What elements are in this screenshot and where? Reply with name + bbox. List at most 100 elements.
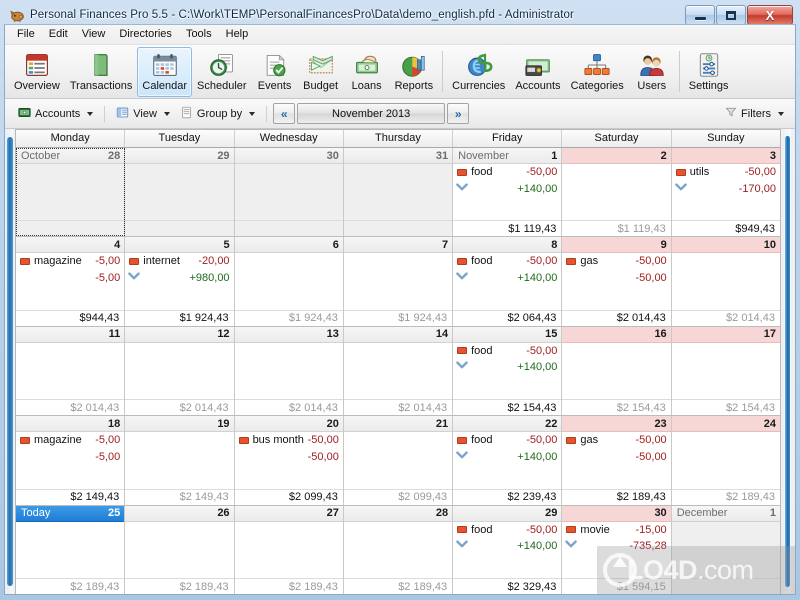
minimize-button[interactable] bbox=[685, 5, 715, 25]
day-subtotal-row[interactable]: -50,00 bbox=[235, 448, 343, 465]
day-subtotal-row[interactable]: +140,00 bbox=[453, 538, 561, 555]
calendar-day-cell[interactable]: 15 food -50,00 +140,00 $2 154,43 bbox=[453, 326, 563, 416]
calendar-day-cell[interactable]: 31 bbox=[343, 148, 454, 237]
calendar-day-cell[interactable]: 4 magazine -5,00 -5,00 $944,43 bbox=[16, 237, 126, 326]
expand-chevron-icon[interactable] bbox=[674, 182, 687, 195]
view-dropdown[interactable]: View bbox=[111, 103, 175, 125]
calendar-day-cell[interactable]: 17 $2 154,43 bbox=[671, 326, 780, 416]
calendar-day-cell[interactable]: 7 $1 924,43 bbox=[343, 237, 454, 326]
transaction-row[interactable]: utils -50,00 bbox=[672, 164, 780, 180]
calendar-day-cell[interactable]: November 1 food -50,00 +140,00 $1 119,43 bbox=[453, 148, 563, 237]
transaction-row[interactable]: gas -50,00 bbox=[562, 432, 670, 448]
calendar-day-cell[interactable]: 10 $2 014,43 bbox=[671, 237, 780, 326]
day-subtotal-row[interactable]: +140,00 bbox=[453, 359, 561, 376]
day-subtotal-row[interactable]: +140,00 bbox=[453, 448, 561, 465]
calendar-day-cell[interactable]: 2 $1 119,43 bbox=[562, 148, 672, 237]
calendar-day-cell[interactable]: 22 food -50,00 +140,00 $2 239,43 bbox=[453, 416, 563, 505]
right-scrollbar-thumb[interactable] bbox=[785, 136, 790, 587]
transaction-row[interactable]: bus monthl -50,00 bbox=[235, 432, 343, 448]
filters-dropdown[interactable]: Filters bbox=[720, 103, 789, 124]
calendar-day-cell[interactable]: 11 $2 014,43 bbox=[16, 326, 126, 416]
maximize-button[interactable] bbox=[716, 5, 746, 25]
expand-chevron-icon[interactable] bbox=[456, 540, 468, 552]
day-subtotal-row[interactable]: -170,00 bbox=[672, 180, 780, 197]
menu-item-edit[interactable]: Edit bbox=[42, 26, 75, 43]
calendar-day-cell[interactable]: 21 $2 099,43 bbox=[343, 416, 454, 505]
day-subtotal-row[interactable]: -50,00 bbox=[562, 448, 670, 465]
calendar-day-cell[interactable]: 16 $2 154,43 bbox=[562, 326, 672, 416]
toolbar-button-events[interactable]: Events bbox=[252, 47, 298, 97]
transaction-row[interactable]: food -50,00 bbox=[453, 343, 561, 359]
calendar-day-cell[interactable]: 13 $2 014,43 bbox=[234, 326, 344, 416]
calendar-day-cell[interactable]: 20 bus monthl -50,00 -50,00 $2 099,43 bbox=[234, 416, 344, 505]
expand-chevron-icon[interactable] bbox=[565, 272, 577, 284]
transaction-row[interactable]: magazine -5,00 bbox=[16, 253, 124, 269]
expand-chevron-icon[interactable] bbox=[565, 451, 577, 463]
transaction-row[interactable]: magazine -5,00 bbox=[16, 432, 124, 448]
expand-chevron-icon[interactable] bbox=[456, 361, 468, 373]
calendar-day-cell[interactable]: 8 food -50,00 +140,00 $2 064,43 bbox=[453, 237, 563, 326]
next-period-button[interactable]: » bbox=[447, 103, 470, 124]
toolbar-button-accounts[interactable]: Accounts bbox=[510, 47, 565, 97]
toolbar-button-overview[interactable]: Overview bbox=[9, 47, 65, 97]
calendar-day-cell[interactable]: 30 movie -15,00 -735,28 $1 594,15 bbox=[562, 505, 672, 595]
expand-chevron-icon[interactable] bbox=[19, 272, 31, 284]
menu-item-directories[interactable]: Directories bbox=[112, 26, 179, 43]
toolbar-button-settings[interactable]: Settings bbox=[684, 47, 734, 97]
calendar-day-cell[interactable]: 27 $2 189,43 bbox=[234, 505, 344, 595]
calendar-day-cell[interactable]: Today 25 $2 189,43 bbox=[16, 505, 126, 595]
calendar-day-cell[interactable]: 6 $1 924,43 bbox=[234, 237, 344, 326]
expand-chevron-icon[interactable] bbox=[128, 272, 141, 284]
calendar-day-cell[interactable]: 23 gas -50,00 -50,00 $2 189,43 bbox=[562, 416, 672, 505]
transaction-row[interactable]: movie -15,00 bbox=[562, 522, 670, 538]
close-button[interactable]: X bbox=[747, 5, 793, 25]
transaction-row[interactable]: food -50,00 bbox=[453, 522, 561, 538]
toolbar-button-users[interactable]: Users bbox=[629, 47, 675, 97]
day-subtotal-row[interactable]: +140,00 bbox=[453, 180, 561, 197]
calendar-day-cell[interactable]: 3 utils -50,00 -170,00 $949,43 bbox=[671, 148, 780, 237]
expand-chevron-icon[interactable] bbox=[456, 451, 468, 463]
calendar-day-cell[interactable]: October 28 bbox=[16, 148, 126, 237]
toolbar-button-categories[interactable]: Categories bbox=[566, 47, 629, 97]
toolbar-button-loans[interactable]: Loans bbox=[344, 47, 390, 97]
expand-chevron-icon[interactable] bbox=[456, 272, 468, 284]
menu-item-view[interactable]: View bbox=[75, 26, 113, 43]
expand-chevron-icon[interactable] bbox=[238, 451, 250, 463]
toolbar-button-budget[interactable]: Budget bbox=[298, 47, 344, 97]
accounts-dropdown[interactable]: Accounts bbox=[13, 103, 98, 125]
right-scrollbar[interactable] bbox=[781, 129, 795, 594]
calendar-day-cell[interactable]: 26 $2 189,43 bbox=[125, 505, 235, 595]
toolbar-button-transactions[interactable]: Transactions bbox=[65, 47, 138, 97]
group-by-dropdown[interactable]: Group by bbox=[175, 103, 260, 125]
day-subtotal-row[interactable]: -5,00 bbox=[16, 448, 124, 465]
menu-item-help[interactable]: Help bbox=[219, 26, 256, 43]
day-subtotal-row[interactable]: -735,28 bbox=[562, 538, 670, 555]
calendar-day-cell[interactable]: 9 gas -50,00 -50,00 $2 014,43 bbox=[562, 237, 672, 326]
expand-chevron-icon[interactable] bbox=[456, 182, 468, 195]
day-subtotal-row[interactable]: -5,00 bbox=[16, 269, 124, 286]
day-subtotal-row[interactable]: +140,00 bbox=[453, 269, 561, 286]
toolbar-button-reports[interactable]: Reports bbox=[390, 47, 439, 97]
menu-item-tools[interactable]: Tools bbox=[179, 26, 219, 43]
transaction-row[interactable]: gas -50,00 bbox=[562, 253, 670, 269]
calendar-day-cell[interactable]: 24 $2 189,43 bbox=[671, 416, 780, 505]
calendar-day-cell[interactable]: 29 food -50,00 +140,00 $2 329,43 bbox=[453, 505, 563, 595]
day-subtotal-row[interactable]: +980,00 bbox=[125, 269, 233, 286]
transaction-row[interactable]: internet -20,00 bbox=[125, 253, 233, 269]
transaction-row[interactable]: food -50,00 bbox=[453, 432, 561, 448]
expand-chevron-icon[interactable] bbox=[19, 451, 31, 463]
transaction-row[interactable]: food -50,00 bbox=[453, 253, 561, 269]
calendar-day-cell[interactable]: 5 internet -20,00 +980,00 $1 924,43 bbox=[125, 237, 235, 326]
transaction-row[interactable]: food -50,00 bbox=[453, 164, 561, 180]
calendar-day-cell[interactable]: 12 $2 014,43 bbox=[125, 326, 235, 416]
expand-chevron-icon[interactable] bbox=[565, 540, 578, 552]
menu-item-file[interactable]: File bbox=[10, 26, 42, 43]
calendar-day-cell[interactable]: 30 bbox=[234, 148, 344, 237]
toolbar-button-scheduler[interactable]: Scheduler bbox=[192, 47, 252, 97]
left-scrollbar[interactable] bbox=[5, 129, 15, 594]
day-subtotal-row[interactable]: -50,00 bbox=[562, 269, 670, 286]
calendar-day-cell[interactable]: 14 $2 014,43 bbox=[343, 326, 454, 416]
calendar-day-cell[interactable]: 29 bbox=[125, 148, 235, 237]
toolbar-button-calendar[interactable]: Calendar bbox=[137, 47, 193, 97]
current-period-label[interactable]: November 2013 bbox=[297, 103, 446, 124]
